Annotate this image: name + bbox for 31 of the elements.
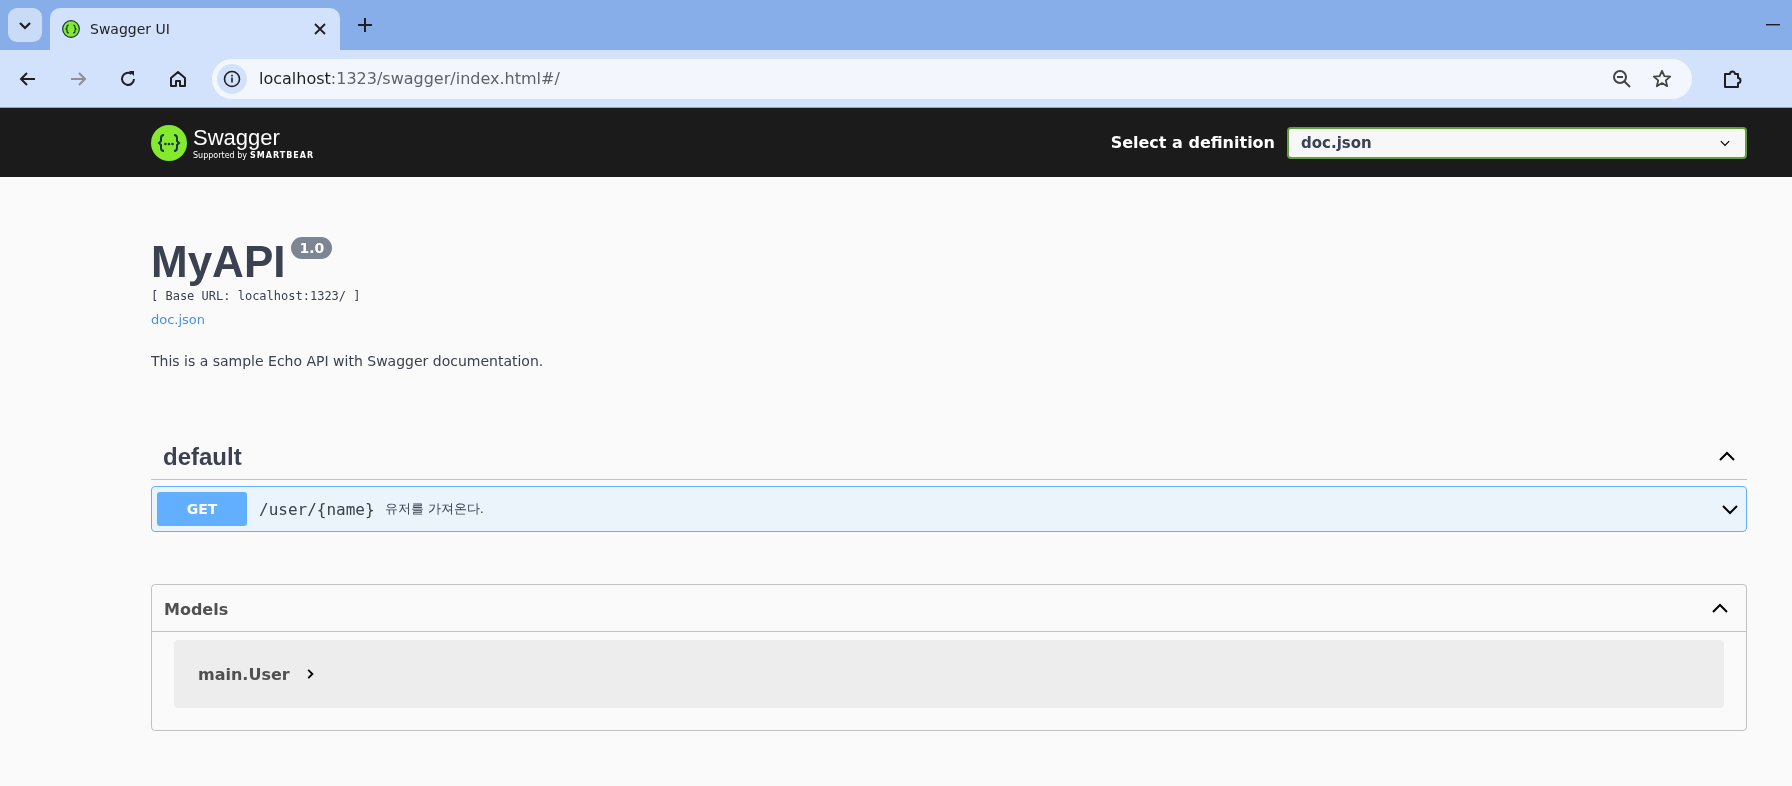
api-description: This is a sample Echo API with Swagger documentation.	[151, 353, 545, 369]
method-badge: GET	[157, 492, 247, 526]
new-tab-icon[interactable]	[358, 18, 372, 32]
zoom-out-icon[interactable]	[1612, 68, 1632, 89]
tab-list-icon[interactable]	[8, 8, 42, 42]
minimize-icon[interactable]	[1766, 24, 1780, 26]
endpoint-summary: 유저를 가져온다.	[384, 500, 484, 518]
close-icon[interactable]	[314, 23, 326, 35]
tab-title: Swagger UI	[90, 21, 171, 37]
model-row[interactable]: main.User	[174, 640, 1724, 708]
info-icon[interactable]	[217, 63, 247, 94]
browser-tab[interactable]: Swagger UI	[50, 8, 340, 50]
tag-section-header[interactable]: default	[151, 433, 1747, 480]
operation-row[interactable]: GET /user/{name} 유저를 가져온다.	[151, 486, 1747, 532]
address-bar[interactable]: localhost:1323/swagger/index.html#/	[212, 58, 1692, 99]
swagger-logo-icon[interactable]	[151, 124, 187, 161]
endpoint-path: /user/{name}	[259, 499, 375, 519]
url-text: localhost:1323/swagger/index.html#/	[259, 69, 560, 88]
definition-label: Select a definition	[1110, 133, 1275, 152]
models-title[interactable]: Models	[164, 599, 229, 619]
version-badge: 1.0	[291, 237, 333, 259]
swagger-favicon-icon	[62, 20, 80, 38]
star-icon[interactable]	[1652, 68, 1672, 89]
base-url: [ Base URL: localhost:1323/ ]	[151, 289, 362, 303]
reload-icon[interactable]	[118, 68, 138, 89]
home-icon[interactable]	[168, 68, 188, 89]
tagline: Supported by	[193, 151, 247, 160]
api-title: MyAPI	[151, 237, 286, 287]
brand-name: Swagger	[193, 125, 281, 151]
definition-select[interactable]: doc.json	[1287, 126, 1747, 159]
company-name: SMARTBEAR	[250, 151, 315, 160]
